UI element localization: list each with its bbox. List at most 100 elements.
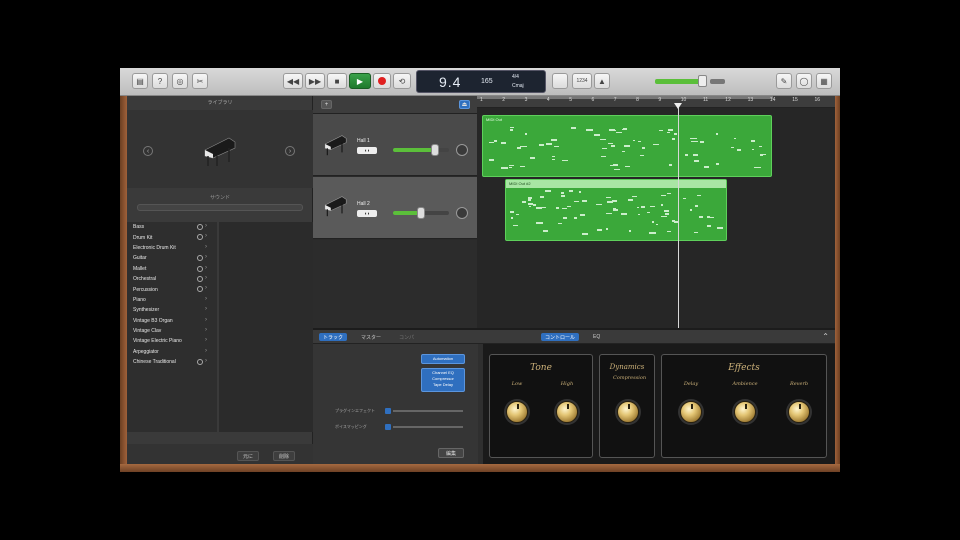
notepad-button[interactable]: ✎ bbox=[776, 73, 792, 89]
smart-controls-button[interactable]: ◎ bbox=[172, 73, 188, 89]
library-icon: ▤ bbox=[136, 76, 144, 86]
track-lanes[interactable]: MIDI Out MIDI Out #2 bbox=[477, 108, 835, 328]
rewind-button[interactable]: ◀◀ bbox=[283, 73, 303, 89]
playhead[interactable] bbox=[678, 104, 679, 328]
midi-note bbox=[581, 200, 588, 202]
high-knob[interactable] bbox=[556, 401, 578, 423]
collapse-button[interactable]: ⌃ bbox=[822, 332, 829, 341]
tab-track[interactable]: トラック bbox=[319, 333, 348, 341]
tab-controls[interactable]: コントロール bbox=[541, 333, 580, 341]
tab-master[interactable]: マスター bbox=[357, 333, 385, 341]
play-button[interactable]: ▶ bbox=[349, 73, 371, 89]
track-volume-slider[interactable] bbox=[393, 144, 449, 156]
category-item[interactable]: Piano › bbox=[127, 295, 217, 305]
track-volume-thumb[interactable] bbox=[431, 144, 439, 156]
setting-checkbox-1[interactable] bbox=[385, 408, 391, 414]
category-item[interactable]: Vintage Electric Piano › bbox=[127, 336, 217, 346]
category-item[interactable]: Synthesizer › bbox=[127, 305, 217, 315]
reverb-knob[interactable] bbox=[788, 401, 810, 423]
category-item[interactable]: Mallet › bbox=[127, 264, 217, 274]
category-item[interactable]: Arpeggiator › bbox=[127, 347, 217, 357]
track-header-2[interactable]: Hall 2 ◖◗ bbox=[313, 177, 477, 239]
library-button[interactable]: ▤ bbox=[132, 73, 148, 89]
midi-note bbox=[655, 223, 659, 226]
track-header-1[interactable]: Hall 1 ◖◗ bbox=[313, 114, 477, 176]
midi-note bbox=[605, 212, 613, 215]
category-item[interactable]: Vintage B3 Organ › bbox=[127, 316, 217, 326]
compression-knob[interactable] bbox=[617, 401, 639, 423]
master-volume-slider[interactable] bbox=[698, 75, 707, 87]
delete-button[interactable]: 削除 bbox=[273, 451, 296, 461]
record-button[interactable] bbox=[373, 73, 391, 89]
midi-note bbox=[521, 201, 527, 203]
chevron-right-icon: › bbox=[205, 358, 207, 365]
track-pan-knob[interactable] bbox=[456, 207, 468, 219]
revert-button[interactable]: 元に bbox=[237, 451, 260, 461]
loops-button[interactable]: ◯ bbox=[796, 73, 812, 89]
metronome-button[interactable]: ▲ bbox=[594, 73, 610, 89]
category-item[interactable]: Vintage Clav › bbox=[127, 326, 217, 336]
smart-controls-tabs: トラック マスター コンパ コントロール EQ ⌃ bbox=[313, 330, 835, 344]
midi-note bbox=[659, 129, 664, 132]
midi-note bbox=[641, 147, 645, 149]
category-item[interactable]: Orchestral › bbox=[127, 274, 217, 284]
ambience-knob[interactable] bbox=[734, 401, 756, 423]
cycle-button[interactable]: ⟲ bbox=[393, 73, 411, 89]
effects-chain[interactable]: Channel EQ Compressor Tape Delay bbox=[421, 368, 465, 392]
low-knob[interactable] bbox=[506, 401, 528, 423]
track-volume-slider[interactable] bbox=[393, 207, 449, 219]
midi-note bbox=[706, 225, 711, 227]
automation-button[interactable]: Automation bbox=[421, 354, 465, 364]
category-item[interactable]: Drum Kit › bbox=[127, 232, 217, 242]
category-item[interactable]: Guitar › bbox=[127, 253, 217, 263]
tuner-button[interactable] bbox=[552, 73, 568, 89]
midi-note bbox=[636, 206, 640, 209]
track-controls[interactable]: ◖◗ bbox=[357, 210, 377, 217]
timeline-ruler[interactable]: 1 2 3 4 5 6 7 8 9 10 11 12 13 14 15 16 bbox=[477, 96, 835, 108]
download-icon bbox=[197, 265, 203, 272]
category-item[interactable]: Percussion › bbox=[127, 284, 217, 294]
rewind-icon: ◀◀ bbox=[286, 76, 300, 86]
category-item[interactable]: Bass › bbox=[127, 222, 217, 232]
library-search-input[interactable] bbox=[137, 204, 303, 211]
playhead-handle[interactable] bbox=[674, 103, 682, 109]
next-instrument-button[interactable]: › bbox=[285, 146, 295, 156]
tab-compare[interactable]: コンパ bbox=[395, 333, 418, 341]
midi-note bbox=[501, 142, 506, 144]
catch-playhead-button[interactable]: ⏏ bbox=[459, 100, 470, 109]
midi-note bbox=[536, 222, 543, 224]
download-icon bbox=[197, 234, 203, 241]
midi-region-2[interactable]: MIDI Out #2 bbox=[505, 179, 727, 241]
editors-button[interactable]: ✂ bbox=[192, 73, 208, 89]
inspector-panel: Automation Channel EQ Compressor Tape De… bbox=[313, 344, 478, 472]
delay-knob[interactable] bbox=[680, 401, 702, 423]
previous-instrument-button[interactable]: ‹ bbox=[143, 146, 153, 156]
edit-button[interactable]: 編集 bbox=[438, 448, 464, 458]
forward-button[interactable]: ▶▶ bbox=[305, 73, 325, 89]
stop-button[interactable]: ■ bbox=[327, 73, 347, 89]
media-button[interactable]: ▦ bbox=[816, 73, 832, 89]
inbox-button[interactable]: ? bbox=[152, 73, 168, 89]
time-signature: 4/4 bbox=[512, 74, 519, 80]
sounds-label: サウンド bbox=[209, 195, 230, 201]
category-item[interactable]: Chinese Traditional › bbox=[127, 357, 217, 367]
midi-note bbox=[562, 207, 567, 210]
track-controls[interactable]: ◖◗ bbox=[357, 147, 377, 154]
count-in-button[interactable]: 1234 bbox=[572, 73, 592, 89]
setting-checkbox-2[interactable] bbox=[385, 424, 391, 430]
add-track-button[interactable]: + bbox=[321, 100, 332, 109]
midi-note bbox=[649, 232, 656, 234]
track-volume-thumb[interactable] bbox=[417, 207, 425, 219]
midi-region-1[interactable]: MIDI Out bbox=[482, 115, 772, 177]
track-pan-knob[interactable] bbox=[456, 144, 468, 156]
midi-note bbox=[664, 213, 670, 215]
setting-slider-1[interactable] bbox=[393, 410, 463, 412]
midi-note bbox=[574, 200, 579, 203]
track-name[interactable]: Hall 1 bbox=[357, 138, 370, 144]
lcd-display[interactable]: 9.4 165 4/4 Cmaj bbox=[416, 70, 546, 93]
tab-eq[interactable]: EQ bbox=[589, 333, 604, 341]
track-name[interactable]: Hall 2 bbox=[357, 201, 370, 207]
setting-slider-2[interactable] bbox=[393, 426, 463, 428]
midi-note bbox=[558, 222, 562, 225]
category-item[interactable]: Electronic Drum Kit › bbox=[127, 243, 217, 253]
